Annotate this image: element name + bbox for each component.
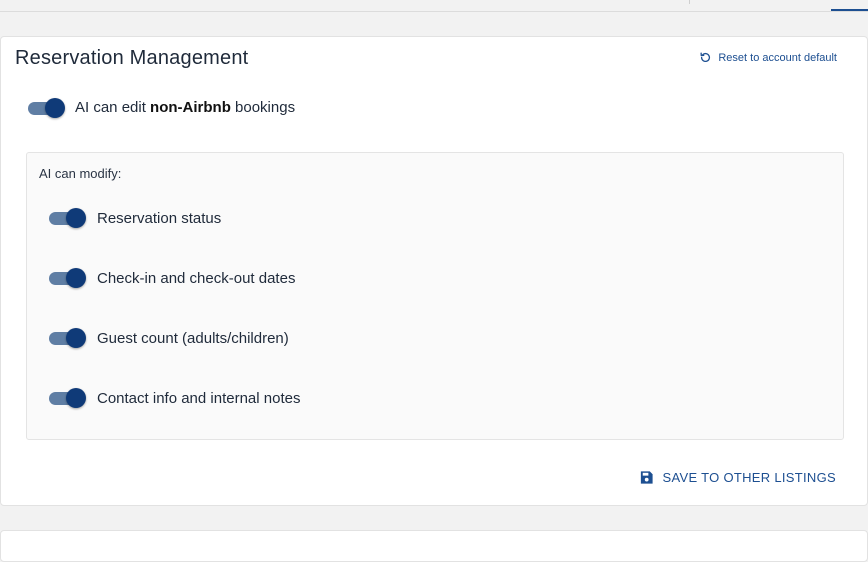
toggle-contact-info-notes[interactable] <box>49 387 86 409</box>
toggle-reservation-status[interactable] <box>49 207 86 229</box>
reset-to-default-link[interactable]: Reset to account default <box>699 51 837 64</box>
non-airbnb-edit-toggle[interactable] <box>28 97 65 119</box>
active-tab-indicator <box>831 9 868 11</box>
save-to-other-listings-button[interactable]: SAVE TO OTHER LISTINGS <box>639 470 836 485</box>
toggle-knob <box>66 388 86 408</box>
label-prefix: AI can edit <box>75 99 151 116</box>
label-suffix: bookings <box>230 99 296 116</box>
toggle-knob <box>66 328 86 348</box>
modify-options-panel: AI can modify: Reservation status Check-… <box>26 152 844 440</box>
label-bold: non-Airbnb <box>150 99 231 116</box>
undo-icon <box>700 52 711 63</box>
reset-link-label: Reset to account default <box>718 51 837 64</box>
top-tab-bar <box>0 0 868 12</box>
option-label-reservation-status: Reservation status <box>97 210 222 227</box>
modify-panel-title: AI can modify: <box>39 166 122 181</box>
option-label-contact-notes: Contact info and internal notes <box>97 390 301 407</box>
section-title: Reservation Management <box>15 47 249 69</box>
toggle-knob <box>66 208 86 228</box>
save-icon <box>640 471 653 484</box>
next-section-card <box>0 530 868 562</box>
tab-separator <box>689 0 690 4</box>
option-label-guest-count: Guest count (adults/children) <box>97 330 289 347</box>
reservation-management-card: Reservation Management Reset to account … <box>0 36 868 506</box>
toggle-guest-count[interactable] <box>49 327 86 349</box>
toggle-knob <box>66 268 86 288</box>
non-airbnb-edit-label: AI can edit non-Airbnb bookings <box>75 99 295 116</box>
toggle-knob <box>45 98 65 118</box>
toggle-checkin-checkout-dates[interactable] <box>49 267 86 289</box>
option-label-dates: Check-in and check-out dates <box>97 270 296 287</box>
save-button-label: SAVE TO OTHER LISTINGS <box>662 470 836 485</box>
